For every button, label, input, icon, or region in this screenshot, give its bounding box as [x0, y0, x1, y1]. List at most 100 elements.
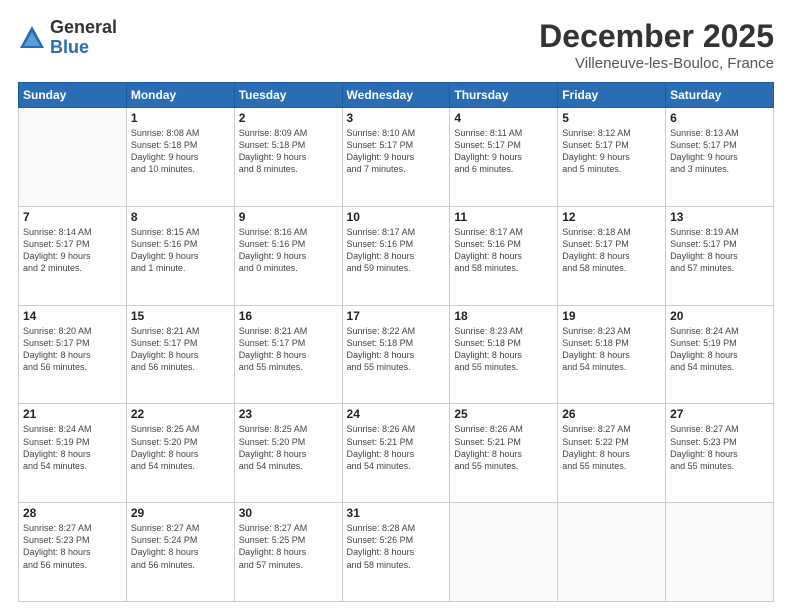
calendar-week-row: 1 Sunrise: 8:08 AM Sunset: 5:18 PM Daylig…	[19, 108, 774, 207]
calendar-table: SundayMondayTuesdayWednesdayThursdayFrid…	[18, 82, 774, 602]
day-number: 2	[239, 111, 338, 125]
calendar-cell: 12 Sunrise: 8:18 AM Sunset: 5:17 PM Dayli…	[558, 206, 666, 305]
day-number: 24	[347, 407, 446, 421]
day-info: Sunrise: 8:21 AM Sunset: 5:17 PM Dayligh…	[239, 325, 338, 374]
day-number: 12	[562, 210, 661, 224]
calendar-cell: 5 Sunrise: 8:12 AM Sunset: 5:17 PM Daylig…	[558, 108, 666, 207]
day-number: 30	[239, 506, 338, 520]
calendar-cell: 4Sunrise: 8:11 AM Sunset: 5:17 PM Daylig…	[450, 108, 558, 207]
day-info: Sunrise: 8:27 AM Sunset: 5:24 PM Dayligh…	[131, 522, 230, 571]
day-info: Sunrise: 8:16 AM Sunset: 5:16 PM Dayligh…	[239, 226, 338, 275]
logo-general-text: General	[50, 18, 117, 38]
calendar-cell: 13 Sunrise: 8:19 AM Sunset: 5:17 PM Dayli…	[666, 206, 774, 305]
calendar-cell: 7Sunrise: 8:14 AM Sunset: 5:17 PM Daylig…	[19, 206, 127, 305]
day-number: 23	[239, 407, 338, 421]
calendar-cell: 8 Sunrise: 8:15 AM Sunset: 5:16 PM Daylig…	[126, 206, 234, 305]
day-info: Sunrise: 8:13 AM Sunset: 5:17 PM Dayligh…	[670, 127, 769, 176]
day-info: Sunrise: 8:25 AM Sunset: 5:20 PM Dayligh…	[239, 423, 338, 472]
day-header-sunday: Sunday	[19, 83, 127, 108]
page: General Blue December 2025 Villeneuve-le…	[0, 0, 792, 612]
day-number: 13	[670, 210, 769, 224]
calendar-cell	[558, 503, 666, 602]
day-info: Sunrise: 8:26 AM Sunset: 5:21 PM Dayligh…	[454, 423, 553, 472]
header: General Blue December 2025 Villeneuve-le…	[18, 18, 774, 72]
day-info: Sunrise: 8:17 AM Sunset: 5:16 PM Dayligh…	[347, 226, 446, 275]
day-number: 14	[23, 309, 122, 323]
day-number: 5	[562, 111, 661, 125]
day-info: Sunrise: 8:17 AM Sunset: 5:16 PM Dayligh…	[454, 226, 553, 275]
day-number: 27	[670, 407, 769, 421]
day-info: Sunrise: 8:24 AM Sunset: 5:19 PM Dayligh…	[23, 423, 122, 472]
day-number: 16	[239, 309, 338, 323]
day-number: 22	[131, 407, 230, 421]
calendar-cell: 1 Sunrise: 8:08 AM Sunset: 5:18 PM Daylig…	[126, 108, 234, 207]
day-number: 3	[347, 111, 446, 125]
logo-text: General Blue	[50, 18, 117, 58]
day-number: 6	[670, 111, 769, 125]
day-info: Sunrise: 8:18 AM Sunset: 5:17 PM Dayligh…	[562, 226, 661, 275]
day-header-thursday: Thursday	[450, 83, 558, 108]
calendar-cell: 18Sunrise: 8:23 AM Sunset: 5:18 PM Dayli…	[450, 305, 558, 404]
day-info: Sunrise: 8:09 AM Sunset: 5:18 PM Dayligh…	[239, 127, 338, 176]
day-number: 26	[562, 407, 661, 421]
day-info: Sunrise: 8:11 AM Sunset: 5:17 PM Dayligh…	[454, 127, 553, 176]
calendar-cell: 14 Sunrise: 8:20 AM Sunset: 5:17 PM Dayli…	[19, 305, 127, 404]
day-header-saturday: Saturday	[666, 83, 774, 108]
calendar-cell: 25 Sunrise: 8:26 AM Sunset: 5:21 PM Dayli…	[450, 404, 558, 503]
day-header-monday: Monday	[126, 83, 234, 108]
day-number: 9	[239, 210, 338, 224]
calendar-cell: 31Sunrise: 8:28 AM Sunset: 5:26 PM Dayli…	[342, 503, 450, 602]
calendar-cell: 10 Sunrise: 8:17 AM Sunset: 5:16 PM Dayli…	[342, 206, 450, 305]
logo: General Blue	[18, 18, 117, 58]
title-block: December 2025 Villeneuve-les-Bouloc, Fra…	[539, 18, 774, 72]
day-number: 1	[131, 111, 230, 125]
logo-blue-text: Blue	[50, 38, 117, 58]
day-info: Sunrise: 8:08 AM Sunset: 5:18 PM Dayligh…	[131, 127, 230, 176]
day-info: Sunrise: 8:15 AM Sunset: 5:16 PM Dayligh…	[131, 226, 230, 275]
calendar-cell: 20 Sunrise: 8:24 AM Sunset: 5:19 PM Dayli…	[666, 305, 774, 404]
day-number: 31	[347, 506, 446, 520]
calendar-week-row: 28Sunrise: 8:27 AM Sunset: 5:23 PM Dayli…	[19, 503, 774, 602]
day-info: Sunrise: 8:23 AM Sunset: 5:18 PM Dayligh…	[562, 325, 661, 374]
calendar-cell: 30Sunrise: 8:27 AM Sunset: 5:25 PM Dayli…	[234, 503, 342, 602]
calendar-cell: 23 Sunrise: 8:25 AM Sunset: 5:20 PM Dayli…	[234, 404, 342, 503]
calendar-cell: 3 Sunrise: 8:10 AM Sunset: 5:17 PM Daylig…	[342, 108, 450, 207]
day-number: 11	[454, 210, 553, 224]
calendar-cell: 29 Sunrise: 8:27 AM Sunset: 5:24 PM Dayli…	[126, 503, 234, 602]
day-number: 17	[347, 309, 446, 323]
calendar-cell: 17Sunrise: 8:22 AM Sunset: 5:18 PM Dayli…	[342, 305, 450, 404]
day-number: 7	[23, 210, 122, 224]
day-number: 20	[670, 309, 769, 323]
day-info: Sunrise: 8:20 AM Sunset: 5:17 PM Dayligh…	[23, 325, 122, 374]
calendar-cell: 19Sunrise: 8:23 AM Sunset: 5:18 PM Dayli…	[558, 305, 666, 404]
day-info: Sunrise: 8:25 AM Sunset: 5:20 PM Dayligh…	[131, 423, 230, 472]
calendar-header-row: SundayMondayTuesdayWednesdayThursdayFrid…	[19, 83, 774, 108]
calendar-week-row: 14 Sunrise: 8:20 AM Sunset: 5:17 PM Dayli…	[19, 305, 774, 404]
day-number: 8	[131, 210, 230, 224]
day-info: Sunrise: 8:12 AM Sunset: 5:17 PM Dayligh…	[562, 127, 661, 176]
calendar-week-row: 7Sunrise: 8:14 AM Sunset: 5:17 PM Daylig…	[19, 206, 774, 305]
day-number: 18	[454, 309, 553, 323]
day-info: Sunrise: 8:24 AM Sunset: 5:19 PM Dayligh…	[670, 325, 769, 374]
calendar-week-row: 21 Sunrise: 8:24 AM Sunset: 5:19 PM Dayli…	[19, 404, 774, 503]
day-number: 15	[131, 309, 230, 323]
calendar-cell	[450, 503, 558, 602]
calendar-cell: 28Sunrise: 8:27 AM Sunset: 5:23 PM Dayli…	[19, 503, 127, 602]
day-number: 25	[454, 407, 553, 421]
calendar-cell: 16 Sunrise: 8:21 AM Sunset: 5:17 PM Dayli…	[234, 305, 342, 404]
day-info: Sunrise: 8:21 AM Sunset: 5:17 PM Dayligh…	[131, 325, 230, 374]
day-number: 21	[23, 407, 122, 421]
day-header-tuesday: Tuesday	[234, 83, 342, 108]
day-info: Sunrise: 8:27 AM Sunset: 5:23 PM Dayligh…	[23, 522, 122, 571]
day-info: Sunrise: 8:19 AM Sunset: 5:17 PM Dayligh…	[670, 226, 769, 275]
day-info: Sunrise: 8:26 AM Sunset: 5:21 PM Dayligh…	[347, 423, 446, 472]
calendar-cell: 21 Sunrise: 8:24 AM Sunset: 5:19 PM Dayli…	[19, 404, 127, 503]
calendar-cell	[19, 108, 127, 207]
calendar-cell: 26Sunrise: 8:27 AM Sunset: 5:22 PM Dayli…	[558, 404, 666, 503]
calendar-cell: 27Sunrise: 8:27 AM Sunset: 5:23 PM Dayli…	[666, 404, 774, 503]
day-info: Sunrise: 8:10 AM Sunset: 5:17 PM Dayligh…	[347, 127, 446, 176]
day-number: 10	[347, 210, 446, 224]
day-number: 29	[131, 506, 230, 520]
calendar-cell: 15 Sunrise: 8:21 AM Sunset: 5:17 PM Dayli…	[126, 305, 234, 404]
month-title: December 2025	[539, 18, 774, 55]
